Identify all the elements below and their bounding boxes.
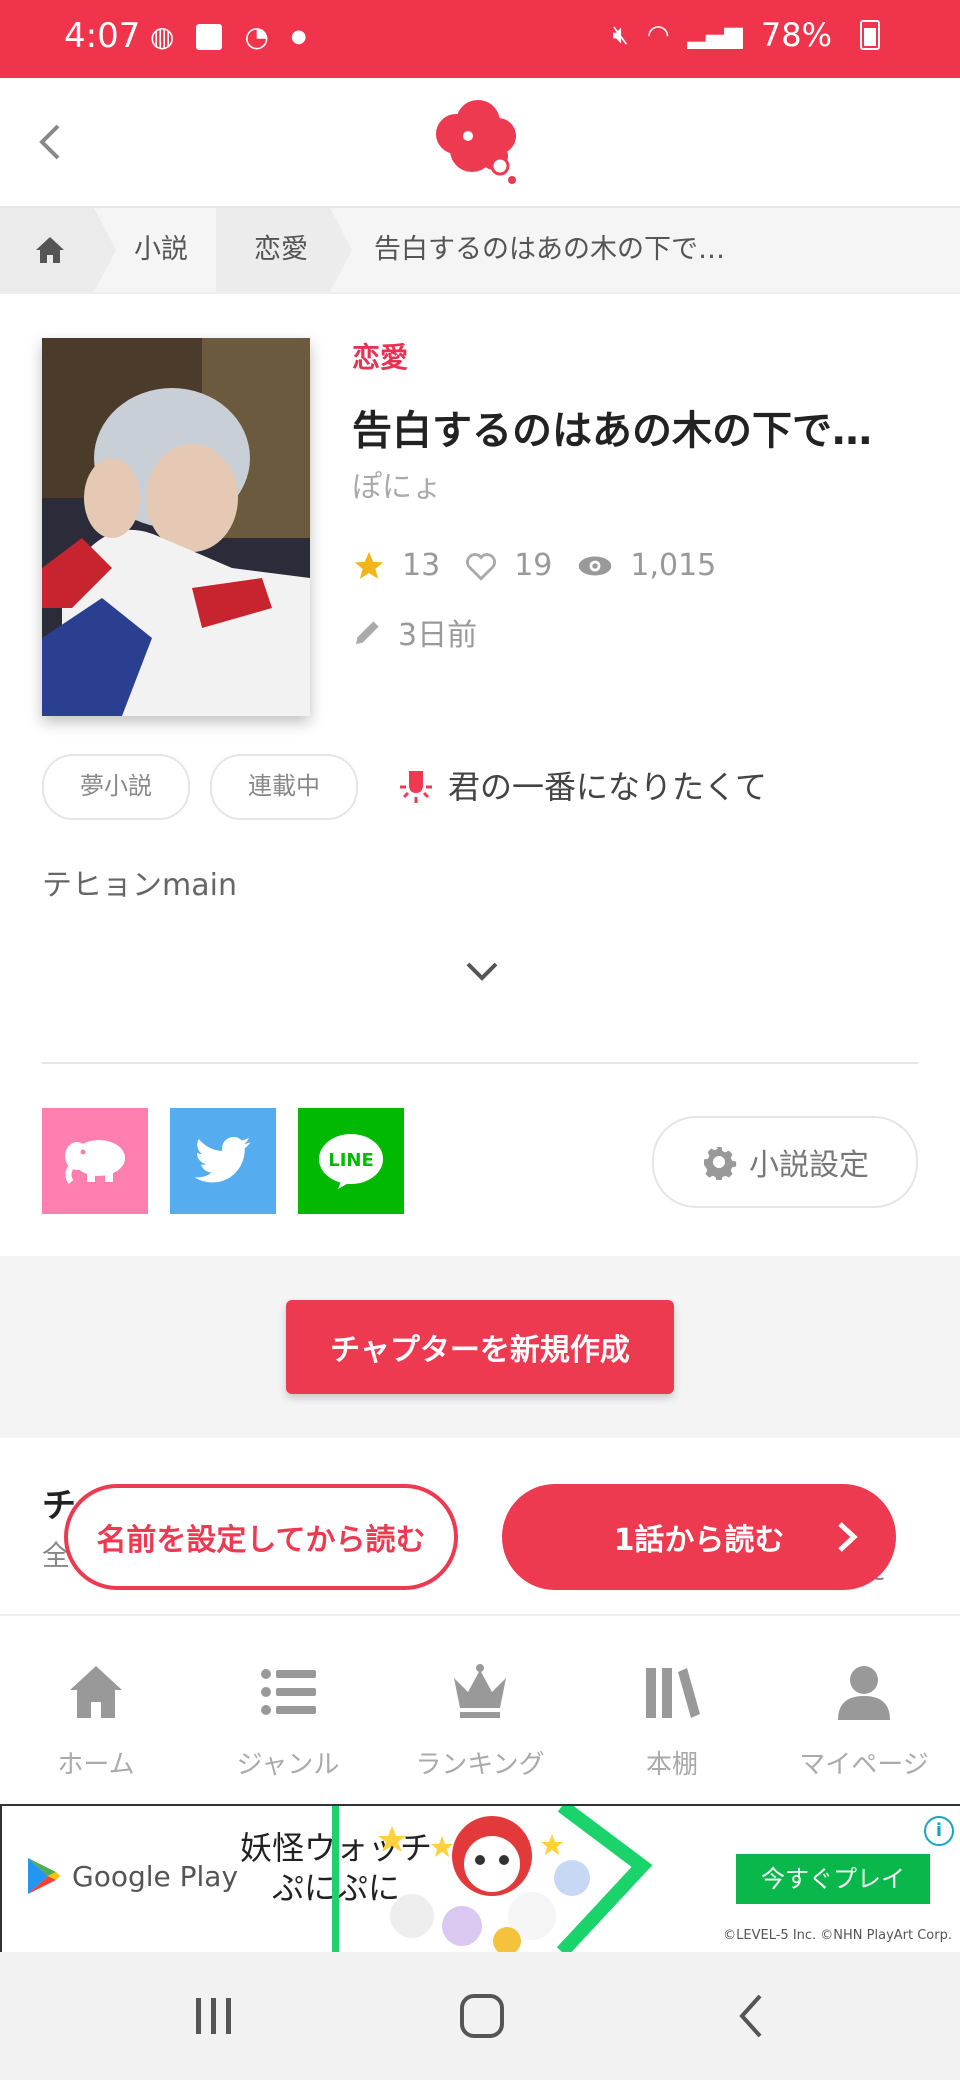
nav-bookshelf[interactable]: 本棚 — [576, 1616, 768, 1804]
status-icons-left: ◍ ◔ ● — [150, 20, 307, 53]
novel-settings-button[interactable]: 小説設定 — [652, 1116, 918, 1208]
bottom-nav: ホーム ジャンル ランキング 本棚 マイページ — [0, 1614, 960, 1804]
ad-copyright: ©LEVEL-5 Inc. ©NHN PlayArt Corp. — [723, 1928, 952, 1943]
google-play-badge: Google Play — [26, 1856, 238, 1896]
view-count: 1,015 — [630, 548, 717, 583]
status-time: 4:07 — [64, 16, 141, 56]
novel-title: 告白するのはあの木の下で… — [352, 408, 872, 454]
user-icon — [838, 1666, 890, 1720]
ad-banner[interactable]: Google Play 妖怪ウォッチ ぷにぷに 今すぐプレイ ©LEVEL-5 … — [0, 1804, 960, 1954]
twitter-icon — [194, 1136, 251, 1183]
divider — [42, 1062, 918, 1064]
battery-icon — [860, 20, 880, 50]
dot-icon: ● — [290, 26, 307, 47]
novel-settings-label: 小説設定 — [749, 1148, 869, 1183]
cloud-logo-icon[interactable] — [432, 96, 524, 188]
back-button[interactable] — [30, 112, 70, 172]
author-name[interactable]: ぽにょ — [352, 462, 442, 506]
novel-stats: 13 19 1,015 — [352, 548, 716, 583]
spotlight-icon — [400, 771, 432, 803]
back-nav-icon[interactable] — [734, 1992, 770, 2040]
updated-time: 3日前 — [398, 618, 478, 653]
breadcrumb-item-novel[interactable]: 小説 — [134, 208, 188, 292]
like-count: 19 — [514, 548, 553, 583]
breadcrumb-item-current: 告白するのはあの木の下で… — [374, 234, 725, 265]
novel-description: テヒョンmain — [42, 868, 237, 903]
chevron-left-icon — [39, 124, 60, 160]
list-icon — [261, 1669, 316, 1715]
create-chapter-button[interactable]: チャプターを新規作成 — [286, 1300, 674, 1394]
ad-character-art — [332, 1806, 653, 1952]
nav-mypage[interactable]: マイページ — [768, 1616, 960, 1804]
status-icons-right: 🔇︎ ◠ ▂▄▆ 78% — [612, 16, 880, 54]
nav-ranking[interactable]: ランキング — [384, 1616, 576, 1804]
battery-level: 78% — [760, 16, 832, 54]
line-icon: LINE — [319, 1134, 383, 1189]
mute-icon: 🔇︎ — [612, 19, 629, 50]
google-play-icon — [28, 1858, 60, 1894]
signal-icon: ▂▄▆ — [687, 21, 743, 49]
read-from-first-button[interactable]: 1話から読む — [502, 1484, 896, 1590]
home-icon — [36, 237, 64, 263]
tag-serializing[interactable]: 連載中 — [210, 754, 358, 820]
ad-play-now-button[interactable]: 今すぐプレイ — [736, 1854, 930, 1904]
nav-bookshelf-label: 本棚 — [645, 1750, 698, 1780]
heart-icon — [466, 552, 497, 581]
globe-icon: ◍ — [150, 20, 175, 53]
elephant-icon — [65, 1140, 125, 1184]
genre-label[interactable]: 恋愛 — [352, 336, 408, 376]
crown-icon — [454, 1664, 506, 1718]
svg-text:LINE: LINE — [328, 1150, 374, 1171]
breadcrumb-home[interactable] — [0, 208, 94, 292]
pencil-icon — [356, 621, 379, 644]
share-line-button[interactable]: LINE — [298, 1108, 404, 1214]
chevron-down-icon[interactable] — [462, 952, 502, 992]
nav-genre[interactable]: ジャンル — [192, 1616, 384, 1804]
app-header — [0, 78, 960, 208]
status-bar: 4:07 ◍ ◔ ● 🔇︎ ◠ ▂▄▆ 78% — [0, 0, 960, 78]
nav-ranking-label: ランキング — [415, 1750, 545, 1780]
updated-info: 3日前 — [352, 610, 477, 654]
ad-info-icon[interactable]: i — [924, 1816, 954, 1846]
nav-mypage-label: マイページ — [799, 1750, 929, 1780]
recent-apps-icon[interactable] — [192, 1994, 236, 2038]
gallery-icon — [196, 23, 223, 50]
breadcrumb: 小説 恋愛 告白するのはあの木の下で… — [0, 208, 960, 294]
read-with-name-button[interactable]: 名前を設定してから読む — [64, 1484, 458, 1590]
star-count: 13 — [402, 548, 441, 583]
wifi-icon: ◠ — [646, 20, 670, 50]
theme-song-title: 君の一番になりたくて — [448, 768, 768, 806]
google-play-label: Google Play — [72, 1859, 239, 1893]
tag-dream-novel[interactable]: 夢小説 — [42, 754, 190, 820]
share-twitter-button[interactable] — [170, 1108, 276, 1214]
read-from-first-label: 1話から読む — [613, 1523, 785, 1558]
gear-icon — [704, 1147, 737, 1180]
star-icon — [354, 551, 384, 579]
nav-home[interactable]: ホーム — [0, 1616, 192, 1804]
bookshelf-icon — [646, 1668, 700, 1718]
share-app-button[interactable] — [42, 1108, 148, 1214]
nav-genre-label: ジャンル — [236, 1750, 340, 1780]
theme-song[interactable]: 君の一番になりたくて — [396, 762, 767, 808]
system-nav-bar — [0, 1952, 960, 2080]
eye-icon — [579, 556, 612, 575]
notification-icon: ◔ — [244, 20, 269, 53]
home-button-icon[interactable] — [458, 1992, 506, 2040]
chevron-right-icon — [838, 1522, 858, 1552]
home-icon — [70, 1666, 122, 1718]
nav-home-label: ホーム — [57, 1750, 135, 1780]
breadcrumb-item-romance[interactable]: 恋愛 — [254, 208, 308, 292]
novel-cover-image[interactable] — [42, 338, 310, 716]
